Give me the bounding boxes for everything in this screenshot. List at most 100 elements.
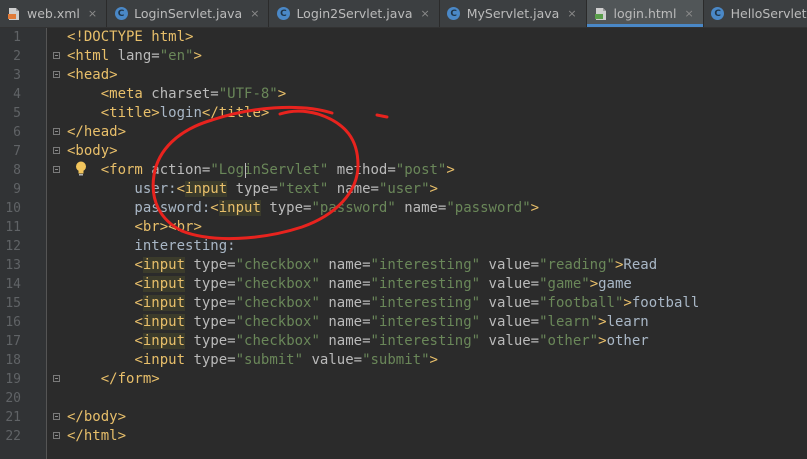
attribute-token: type= xyxy=(193,352,236,368)
code-line: 2 <html lang="en"> xyxy=(0,47,807,66)
xml-file-icon xyxy=(6,6,22,22)
line-number[interactable]: 6 xyxy=(0,123,21,142)
line-number[interactable]: 4 xyxy=(0,85,21,104)
fold-toggle-icon[interactable] xyxy=(53,71,60,78)
close-tab-icon[interactable]: × xyxy=(567,7,576,20)
close-tab-icon[interactable]: × xyxy=(421,7,430,20)
code-text: </body> xyxy=(67,408,126,427)
fold-toggle-icon[interactable] xyxy=(53,52,60,59)
tag-token: input xyxy=(142,295,186,311)
line-number[interactable]: 19 xyxy=(0,370,21,389)
tag-token: <input xyxy=(134,352,194,368)
tab-login-html[interactable]: login.html × xyxy=(586,0,704,27)
line-number[interactable]: 1 xyxy=(0,28,21,47)
line-number[interactable]: 5 xyxy=(0,104,21,123)
tag-token: input xyxy=(185,181,228,197)
close-tab-icon[interactable]: × xyxy=(684,7,693,20)
code-line: 4 <meta charset="UTF-8"> xyxy=(0,85,807,104)
code-line: 7 <body> xyxy=(0,142,807,161)
html-file-icon xyxy=(593,6,609,22)
fold-toggle-icon[interactable] xyxy=(53,128,60,135)
tag-token: <br><br> xyxy=(134,219,202,235)
line-number[interactable]: 17 xyxy=(0,332,21,351)
tab-helloservlet-java[interactable]: CHelloServlet.java× xyxy=(704,0,807,27)
code-line: 14 <input type="checkbox" name="interest… xyxy=(0,275,807,294)
tag-token: > xyxy=(429,181,438,197)
tab-web-xml[interactable]: web.xml × xyxy=(0,0,108,27)
tag-token: < xyxy=(210,200,219,216)
line-number[interactable]: 20 xyxy=(0,389,21,408)
string-token: "checkbox" xyxy=(235,295,320,311)
text-token: interesting: xyxy=(67,238,236,254)
fold-toggle-icon[interactable] xyxy=(53,432,60,439)
code-text: <input type="checkbox" name="interesting… xyxy=(67,294,699,313)
tag-token: > xyxy=(598,333,607,349)
line-number[interactable]: 3 xyxy=(0,66,21,85)
line-number[interactable]: 15 xyxy=(0,294,21,313)
attribute-token: value= xyxy=(488,314,540,330)
line-number[interactable]: 7 xyxy=(0,142,21,161)
code-line: 9 user:<input type="text" name="user"> xyxy=(0,180,807,199)
code-line: 1 <!DOCTYPE html> xyxy=(0,28,807,47)
code-text: <br><br> xyxy=(67,218,202,237)
tag-token: > xyxy=(623,295,632,311)
attribute-token: value= xyxy=(488,257,540,273)
code-text: <html lang="en"> xyxy=(67,47,202,66)
attribute-token: action= xyxy=(151,162,211,178)
line-number[interactable]: 21 xyxy=(0,408,21,427)
string-token: "interesting" xyxy=(370,314,481,330)
close-tab-icon[interactable]: × xyxy=(88,7,97,20)
code-line: 13 <input type="checkbox" name="interest… xyxy=(0,256,807,275)
tag-token: < xyxy=(134,257,143,273)
close-tab-icon[interactable]: × xyxy=(250,7,259,20)
code-line: 11 <br><br> xyxy=(0,218,807,237)
code-text: </head> xyxy=(67,123,126,142)
code-line: 18 <input type="submit" value="submit"> xyxy=(0,351,807,370)
line-number[interactable]: 18 xyxy=(0,351,21,370)
line-number[interactable]: 14 xyxy=(0,275,21,294)
fold-toggle-icon[interactable] xyxy=(53,147,60,154)
code-text: <input type="checkbox" name="interesting… xyxy=(67,313,649,332)
tag-token: </html> xyxy=(67,428,127,444)
line-number[interactable]: 10 xyxy=(0,199,21,218)
string-token: "UTF-8" xyxy=(218,86,278,102)
line-number[interactable]: 12 xyxy=(0,237,21,256)
string-token: "other" xyxy=(539,333,599,349)
tag-token: input xyxy=(142,333,186,349)
line-number[interactable]: 2 xyxy=(0,47,21,66)
fold-toggle-icon[interactable] xyxy=(53,166,60,173)
line-number[interactable]: 22 xyxy=(0,427,21,446)
code-line: 10 password:<input type="password" name=… xyxy=(0,199,807,218)
fold-toggle-icon[interactable] xyxy=(53,375,60,382)
java-class-icon: C xyxy=(113,6,129,22)
java-class-icon: C xyxy=(446,6,462,22)
tag-token: > xyxy=(598,314,607,330)
string-token: "password" xyxy=(446,200,531,216)
tab-label: LoginServlet.java xyxy=(134,6,243,21)
text-caret xyxy=(245,163,246,178)
line-number[interactable]: 8 xyxy=(0,161,21,180)
tab-loginservlet-java[interactable]: C LoginServlet.java × xyxy=(107,0,270,27)
tag-token: > xyxy=(277,86,287,102)
tab-login2servlet-java[interactable]: C Login2Servlet.java × xyxy=(269,0,440,27)
attribute-token: type= xyxy=(235,181,278,197)
code-text: user:<input type="text" name="user"> xyxy=(67,180,438,199)
java-class-icon: C xyxy=(275,6,291,22)
code-line: 17 <input type="checkbox" name="interest… xyxy=(0,332,807,351)
line-number[interactable]: 11 xyxy=(0,218,21,237)
attribute-token: name= xyxy=(328,295,371,311)
code-line: 19 </form> xyxy=(0,370,807,389)
intention-bulb-icon[interactable] xyxy=(74,160,88,178)
line-number[interactable]: 13 xyxy=(0,256,21,275)
tag-token: < xyxy=(134,314,143,330)
line-number[interactable]: 16 xyxy=(0,313,21,332)
fold-toggle-icon[interactable] xyxy=(53,413,60,420)
string-token: "post" xyxy=(395,162,447,178)
tab-myservlet-java[interactable]: C MyServlet.java × xyxy=(440,0,587,27)
line-number[interactable]: 9 xyxy=(0,180,21,199)
code-line: 16 <input type="checkbox" name="interest… xyxy=(0,313,807,332)
